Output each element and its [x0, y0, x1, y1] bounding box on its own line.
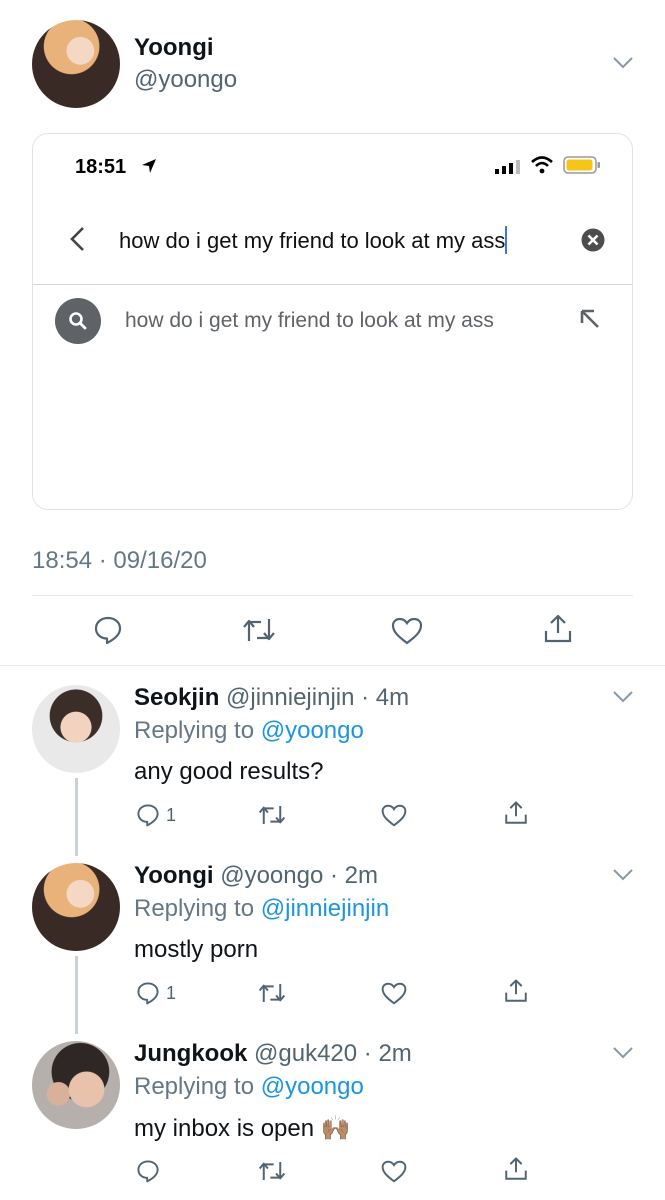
author-handle[interactable]: @jinniejinjin: [226, 684, 354, 711]
reply-icon[interactable]: [93, 615, 123, 650]
search-suggestion[interactable]: how do i get my friend to look at my ass: [125, 309, 494, 333]
reply-header: Seokjin @jinniejinjin · 4m: [134, 684, 409, 712]
replying-to: Replying to @jinniejinjin: [134, 895, 390, 922]
retweet-icon[interactable]: [242, 617, 276, 648]
tweet-timestamp[interactable]: 18:54 · 09/16/20: [32, 547, 207, 575]
chevron-down-icon[interactable]: [612, 1046, 634, 1060]
reply-text: my inbox is open 🙌🏽: [134, 1115, 351, 1142]
location-arrow-icon: [141, 158, 157, 179]
battery-icon: [563, 156, 601, 179]
thread-line: [75, 956, 78, 1034]
reply-button[interactable]: 1: [136, 981, 176, 1005]
share-icon[interactable]: [542, 613, 574, 650]
mention-link[interactable]: @jinniejinjin: [261, 895, 389, 922]
like-icon[interactable]: [381, 804, 407, 832]
wifi-icon: [531, 156, 553, 179]
back-icon[interactable]: [69, 226, 85, 257]
avatar[interactable]: [32, 20, 120, 108]
like-icon[interactable]: [381, 982, 407, 1010]
mention-link[interactable]: @yoongo: [261, 717, 364, 744]
thread-line: [75, 778, 78, 856]
divider: [32, 595, 633, 596]
avatar[interactable]: [32, 1041, 120, 1129]
section-divider: [0, 665, 665, 666]
attached-image[interactable]: 18:51 how do i get my friend to look at …: [32, 133, 633, 510]
search-query-text: how do i get my friend to look at my ass: [119, 228, 506, 253]
author-handle[interactable]: @yoongo: [134, 66, 237, 94]
clear-icon[interactable]: [581, 228, 605, 257]
reply-icon: [137, 804, 159, 827]
reply-header: Yoongi @yoongo · 2m: [134, 862, 378, 890]
reply-text: mostly porn: [134, 936, 259, 963]
author-name[interactable]: Yoongi: [134, 34, 214, 62]
share-icon[interactable]: [503, 800, 529, 831]
author-handle[interactable]: @guk420: [254, 1040, 357, 1067]
status-time: 18:51: [75, 156, 127, 178]
reply-text: any good results?: [134, 758, 324, 785]
retweet-icon[interactable]: [258, 804, 286, 831]
avatar[interactable]: [32, 863, 120, 951]
like-icon[interactable]: [391, 617, 423, 650]
raised-hands-emoji: 🙌🏽: [320, 1115, 351, 1142]
reply-count: 1: [166, 982, 177, 1003]
reply-time[interactable]: · 4m: [361, 684, 409, 711]
author-name[interactable]: Seokjin: [134, 684, 219, 711]
search-divider: [33, 284, 632, 285]
retweet-icon[interactable]: [258, 982, 286, 1009]
like-icon[interactable]: [381, 1160, 407, 1188]
reply-icon: [137, 982, 159, 1005]
arrow-up-left-icon[interactable]: [579, 308, 601, 335]
chevron-down-icon[interactable]: [612, 690, 634, 704]
search-query-field[interactable]: how do i get my friend to look at my ass: [119, 226, 508, 254]
author-name[interactable]: Jungkook: [134, 1040, 247, 1067]
share-icon[interactable]: [503, 978, 529, 1009]
retweet-icon[interactable]: [258, 1160, 286, 1187]
replying-to: Replying to @yoongo: [134, 1073, 364, 1100]
share-icon[interactable]: [503, 1156, 529, 1187]
chevron-down-icon[interactable]: [612, 868, 634, 882]
author-name[interactable]: Yoongi: [134, 862, 214, 889]
author-handle[interactable]: @yoongo: [220, 862, 323, 889]
replying-to: Replying to @yoongo: [134, 717, 364, 744]
text-cursor: [505, 226, 508, 254]
signal-icon: [495, 160, 521, 179]
reply-header: Jungkook @guk420 · 2m: [134, 1040, 412, 1068]
reply-icon[interactable]: [136, 1159, 160, 1188]
reply-time[interactable]: · 2m: [330, 862, 378, 889]
avatar[interactable]: [32, 685, 120, 773]
reply-button[interactable]: 1: [136, 803, 176, 827]
reply-time[interactable]: · 2m: [364, 1040, 412, 1067]
chevron-down-icon[interactable]: [612, 56, 634, 70]
mention-link[interactable]: @yoongo: [261, 1073, 364, 1100]
reply-count: 1: [166, 804, 177, 825]
search-icon: [55, 298, 101, 344]
